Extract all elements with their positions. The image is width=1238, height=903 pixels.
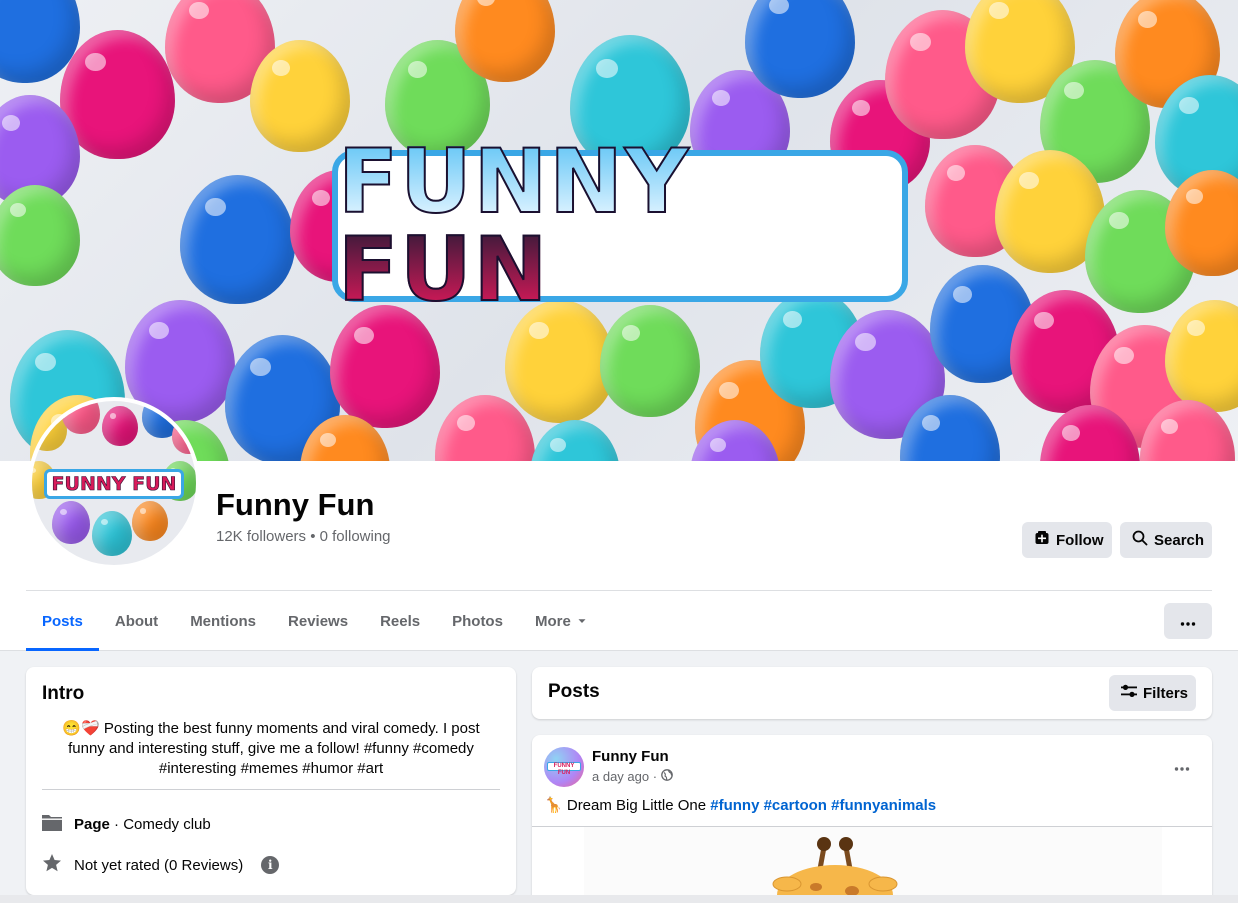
tab-more-label: More: [534, 612, 571, 630]
post-time[interactable]: a day ago ·: [592, 769, 657, 784]
tab-photos[interactable]: Photos: [436, 591, 519, 651]
avatar-logo: FUNNY FUN: [44, 469, 184, 499]
post-dots-icon: [1174, 758, 1190, 776]
more-dots-icon: [1180, 613, 1196, 630]
sliders-icon: [1121, 684, 1137, 702]
tab-posts[interactable]: Posts: [26, 591, 99, 651]
filters-button[interactable]: Filters: [1109, 675, 1196, 711]
cover-logo-text: FUNNY FUN: [337, 137, 902, 315]
post-author-name[interactable]: Funny Fun: [592, 748, 669, 765]
tab-reviews[interactable]: Reviews: [272, 591, 364, 651]
follow-button[interactable]: Follow: [1022, 522, 1112, 558]
caret-down-icon: [577, 613, 587, 630]
tab-more[interactable]: More: [519, 591, 603, 651]
horizontal-scrollbar[interactable]: [0, 895, 1238, 903]
cover-logo: FUNNY FUN: [332, 137, 908, 315]
intro-divider: [42, 789, 500, 790]
balloon: [132, 501, 168, 541]
star-icon: [42, 853, 62, 877]
rating-row: Not yet rated (0 Reviews) i: [42, 853, 280, 877]
post-body: Dream Big Little One: [562, 797, 711, 814]
post-avatar-logo: FUNNY FUN: [547, 762, 581, 776]
search-button[interactable]: Search: [1120, 522, 1212, 558]
filters-label: Filters: [1143, 684, 1189, 702]
giraffe-illustration: [772, 837, 898, 903]
post-author-avatar[interactable]: FUNNY FUN: [544, 747, 584, 787]
balloon: [92, 511, 132, 556]
tab-mentions[interactable]: Mentions: [174, 591, 272, 651]
follow-label: Follow: [1056, 531, 1104, 549]
balloon: [600, 305, 700, 417]
follower-stats[interactable]: 12K followers • 0 following: [216, 528, 391, 545]
follow-icon: [1034, 530, 1050, 550]
bio-emoji: 😁❤️‍🩹: [62, 720, 100, 737]
balloon: [250, 40, 350, 152]
posts-title: Posts: [548, 681, 600, 702]
balloon: [172, 416, 196, 454]
post-text: 🦒 Dream Big Little One #funny #cartoon #…: [544, 796, 936, 814]
cover-photo[interactable]: FUNNY FUN: [0, 0, 1238, 461]
search-icon: [1132, 530, 1148, 550]
tab-reels-label: Reels: [380, 612, 421, 630]
balloon: [330, 305, 440, 428]
balloon: [745, 0, 855, 98]
page-category: · Comedy club: [109, 815, 211, 833]
hashtag-link[interactable]: #funnyanimals: [831, 797, 936, 814]
posts-header-card: Posts Filters: [532, 667, 1212, 719]
balloon: [102, 406, 138, 446]
profile-avatar[interactable]: FUNNY FUN: [28, 397, 200, 569]
balloon: [52, 501, 90, 544]
bio-text: Posting the best funny moments and viral…: [68, 720, 480, 777]
tab-about[interactable]: About: [99, 591, 174, 651]
page-title: Funny Fun: [216, 487, 375, 522]
hashtag-link[interactable]: #cartoon: [764, 797, 827, 814]
hashtag-link[interactable]: #funny: [710, 797, 759, 814]
post-options-button[interactable]: [1164, 749, 1200, 785]
globe-icon: [661, 769, 673, 784]
balloon: [180, 175, 295, 304]
tab-mentions-label: Mentions: [190, 612, 257, 630]
tab-reviews-label: Reviews: [288, 612, 349, 630]
profile-tabs: Posts About Mentions Reviews Reels Photo…: [26, 591, 603, 651]
page-label: Page: [74, 815, 110, 833]
page-category-row: Page · Comedy club: [42, 813, 211, 835]
post-meta: a day ago ·: [592, 769, 673, 784]
tab-about-label: About: [114, 612, 159, 630]
intro-card: Intro 😁❤️‍🩹 Posting the best funny momen…: [26, 667, 516, 895]
flag-icon: [42, 813, 62, 835]
more-options-button[interactable]: [1164, 603, 1212, 639]
post-card: FUNNY FUN Funny Fun a day ago · 🦒 Dream …: [532, 735, 1212, 903]
balloon: [530, 420, 620, 461]
intro-title: Intro: [42, 683, 85, 704]
tab-posts-label: Posts: [42, 612, 83, 630]
intro-bio: 😁❤️‍🩹 Posting the best funny moments and…: [42, 719, 500, 779]
search-label: Search: [1154, 531, 1205, 549]
tab-reels[interactable]: Reels: [364, 591, 436, 651]
post-emoji: 🦒: [544, 797, 563, 814]
avatar-logo-text: FUNNY FUN: [51, 473, 177, 496]
post-image[interactable]: [584, 827, 1162, 903]
balloon: [0, 185, 80, 286]
balloon: [62, 401, 100, 434]
info-icon[interactable]: i: [261, 856, 280, 874]
tab-photos-label: Photos: [452, 612, 503, 630]
rating-text: Not yet rated (0 Reviews): [74, 856, 244, 874]
